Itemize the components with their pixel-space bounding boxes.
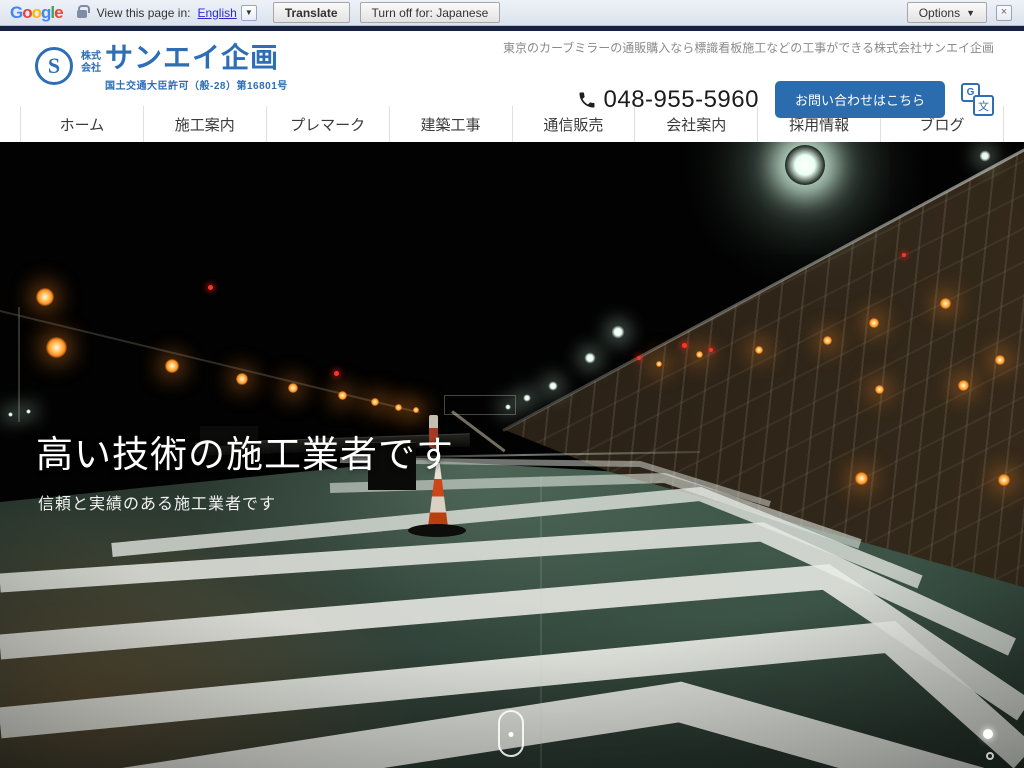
carousel-dot-active[interactable] (983, 729, 993, 739)
wall-light-glow (995, 355, 1005, 365)
wall-light-glow (696, 351, 703, 358)
phone-number: 048-955-5960 (577, 86, 759, 114)
red-light (682, 343, 687, 348)
wall-light-glow (755, 346, 763, 354)
google-logo: Google (10, 3, 63, 23)
red-light (902, 253, 906, 257)
translate-button[interactable]: Translate (273, 2, 350, 23)
streetlight-glow (338, 391, 347, 400)
scroll-down-indicator[interactable] (498, 710, 524, 757)
logo-text-block: サンエイ企画 国土交通大臣許可（般-28）第16801号 (105, 43, 288, 92)
wall-light-glow (855, 472, 868, 485)
streetlight-glow (236, 373, 248, 385)
contact-button[interactable]: お問い合わせはこちら (775, 81, 945, 118)
streetlight-glow (165, 359, 179, 373)
red-light (334, 371, 339, 376)
hero-subtitle: 信頼と実績のある施工業者です (38, 490, 276, 514)
red-light (637, 356, 641, 360)
turn-off-button[interactable]: Turn off for: Japanese (360, 2, 501, 23)
options-button[interactable]: Options▼ (907, 2, 987, 23)
nav-item-premark[interactable]: プレマーク (266, 106, 389, 142)
traffic-cone-base (408, 524, 466, 537)
chevron-down-icon: ▼ (966, 8, 975, 18)
pavement-seam (540, 476, 542, 768)
wall-light-glow (875, 385, 884, 394)
language-link[interactable]: English (197, 6, 236, 20)
phone-icon (577, 90, 597, 110)
floodlight-glow (584, 352, 596, 364)
streetlight-glow (46, 337, 67, 358)
red-light (709, 348, 713, 352)
streetlight-glow (36, 288, 54, 306)
floodlight-glow (785, 145, 825, 185)
wall-light-glow (998, 474, 1010, 486)
streetlight-glow (371, 398, 379, 406)
streetlight-glow (288, 383, 298, 393)
wall-light-glow (958, 380, 969, 391)
floodlight-glow (548, 381, 558, 391)
language-dropdown-button[interactable]: ▼ (241, 5, 257, 21)
close-icon[interactable]: × (996, 5, 1012, 21)
company-logo[interactable]: S 株式 会社 サンエイ企画 国土交通大臣許可（般-28）第16801号 (35, 43, 288, 92)
company-name: サンエイ企画 (105, 43, 288, 74)
floodlight-glow (505, 404, 511, 410)
distant-light (26, 409, 31, 414)
floodlight-glow (523, 394, 531, 402)
streetlight-glow (395, 404, 402, 411)
wall-light-glow (823, 336, 832, 345)
header-contact-area: 048-955-5960 お問い合わせはこちら G 文 (577, 81, 994, 118)
wall-light-glow (656, 361, 662, 367)
license-number: 国土交通大臣許可（般-28）第16801号 (105, 77, 288, 92)
scroll-dot-icon (509, 732, 514, 737)
red-light (208, 285, 213, 290)
nav-item-home[interactable]: ホーム (20, 106, 143, 142)
streetlight-glow (413, 407, 419, 413)
floodlight-glow (611, 325, 625, 339)
logo-kabushiki-kaisha: 株式 会社 (81, 51, 101, 92)
view-page-label: View this page in: (97, 6, 191, 20)
wall-light-glow (869, 318, 879, 328)
translate-widget-icon[interactable]: G 文 (961, 83, 994, 116)
chevron-down-icon: ▼ (245, 8, 253, 17)
streetlight-pole (18, 307, 20, 422)
google-translate-bar: Google View this page in: English ▼ Tran… (0, 0, 1024, 26)
site-header: S 株式 会社 サンエイ企画 国土交通大臣許可（般-28）第16801号 東京の… (0, 31, 1024, 106)
carousel-dot[interactable] (986, 752, 994, 760)
site-tagline: 東京のカーブミラーの通販購入なら標識看板施工などの工事ができる株式会社サンエイ企… (503, 39, 994, 56)
logo-circle-s-icon: S (35, 47, 73, 85)
hero-title: 高い技術の施工業者です (36, 424, 454, 478)
nav-item-building-works[interactable]: 建築工事 (389, 106, 512, 142)
floodlight-glow (979, 150, 991, 162)
hero-slider: 高い技術の施工業者です 信頼と実績のある施工業者です (0, 142, 1024, 768)
lock-icon (77, 10, 87, 18)
wall-light-glow (940, 298, 951, 309)
distant-light (8, 412, 13, 417)
nav-item-construction-guide[interactable]: 施工案内 (143, 106, 266, 142)
